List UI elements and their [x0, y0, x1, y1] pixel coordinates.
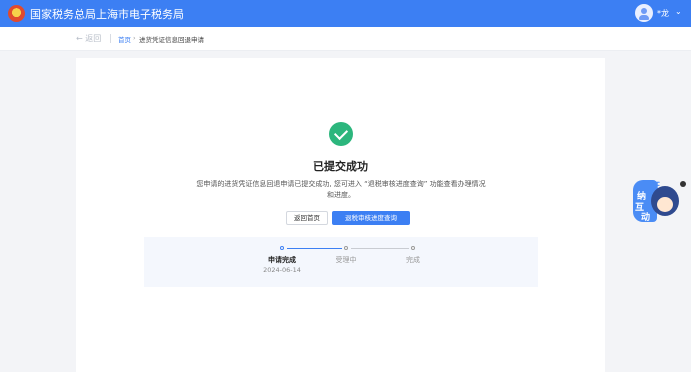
breadcrumb-separator: › [133, 34, 136, 42]
breadcrumb: ← 返回 首页 › 进货凭证信息回退申请 [0, 27, 691, 51]
mascot-char: 动 [641, 213, 651, 223]
step-label: 完成 [406, 256, 420, 264]
step-dot-2 [344, 246, 348, 250]
success-check-icon [329, 122, 353, 146]
user-avatar-icon[interactable] [635, 4, 653, 22]
top-header: 国家税务总局上海市电子税务局 *龙 ⌄ [0, 0, 691, 27]
breadcrumb-home-link[interactable]: 首页 [118, 34, 131, 44]
success-description: 您申请的进货凭证信息回退申请已提交成功, 您可进入 “退税审核进度查询” 功能查… [196, 180, 486, 199]
back-link[interactable]: ← 返回 [76, 33, 101, 44]
result-card: 已提交成功 您申请的进货凭证信息回退申请已提交成功, 您可进入 “退税审核进度查… [76, 58, 605, 372]
step-date: 2024-06-14 [263, 266, 301, 274]
step-label: 受理中 [335, 256, 357, 264]
success-title: 已提交成功 [313, 160, 368, 173]
step-dot-1 [280, 246, 284, 250]
breadcrumb-divider [110, 34, 111, 43]
step-line-1 [287, 247, 342, 249]
return-home-button[interactable]: 返回首页 [286, 211, 328, 225]
close-icon[interactable] [680, 181, 686, 187]
step-label: 申请完成 [268, 256, 296, 264]
step-dot-3 [411, 246, 415, 250]
refund-progress-query-button[interactable]: 退税审核进度查询 [332, 211, 410, 225]
app-title: 国家税务总局上海市电子税务局 [30, 8, 184, 21]
chevron-down-icon[interactable]: ⌄ [675, 7, 682, 16]
user-name[interactable]: *龙 [657, 8, 669, 19]
step-line-2 [351, 247, 409, 249]
tax-emblem-icon [8, 5, 25, 22]
mascot-widget[interactable]: 纳 互 动 证 [633, 180, 681, 224]
mascot-icon [651, 186, 679, 216]
breadcrumb-current: 进货凭证信息回退申请 [139, 36, 204, 44]
progress-steps: 申请完成 2024-06-14 受理中 完成 [144, 237, 538, 287]
